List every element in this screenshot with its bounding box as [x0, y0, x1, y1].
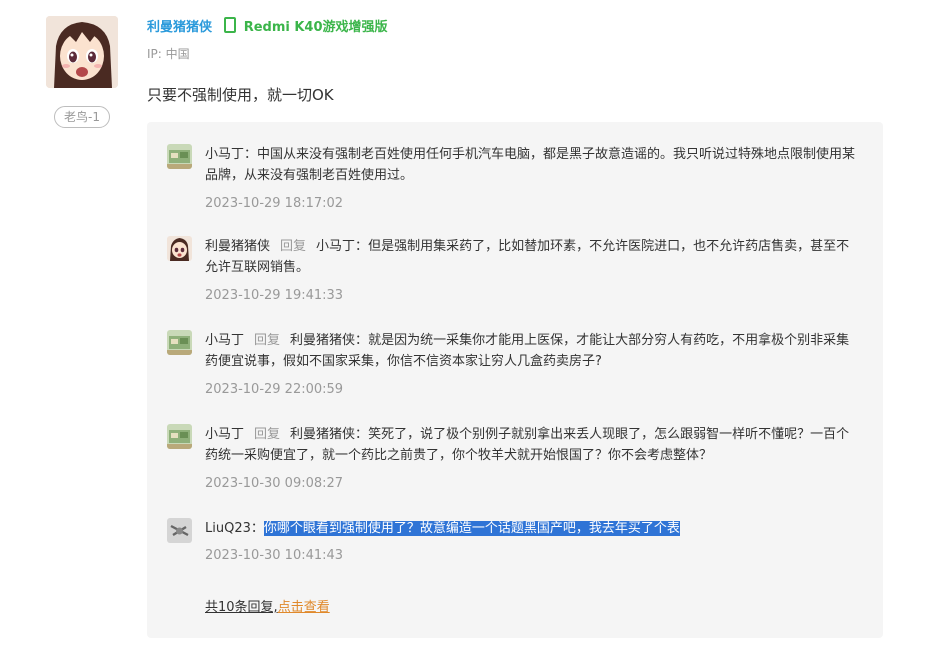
reply-separator: ： [355, 333, 369, 348]
user-level-badge: 老鸟-1 [54, 106, 110, 128]
reply-time: 2023-10-29 22:00:59 [205, 382, 344, 397]
reply-text: 小马丁：中国从来没有强制老百姓使用任何手机汽车电脑，都是黑子故意造谣的。我只听说… [205, 144, 859, 186]
reply-username[interactable]: 小马丁 [205, 147, 244, 162]
reply-avatar[interactable] [167, 424, 192, 449]
reply-avatar[interactable] [167, 144, 192, 169]
reply-text: 小马丁 回复 利曼猪猪侠：就是因为统一采集你才能用上医保，才能让大部分穷人有药吃，不… [205, 330, 859, 372]
author-avatar[interactable] [46, 16, 118, 88]
phone-icon [224, 17, 237, 33]
author-name[interactable]: 利曼猪猪侠 [147, 20, 212, 35]
reply-text: 小马丁 回复 利曼猪猪侠：笑死了，说了极个别例子就别拿出来丢人现眼了，怎么跟弱智一样… [205, 424, 859, 466]
reply-username[interactable]: LiuQ23 [205, 521, 251, 536]
post-content: 只要不强制使用，就一切OK [147, 86, 334, 104]
reply-separator: ： [355, 239, 369, 254]
more-replies: 共10条回复,点击查看 [205, 596, 330, 615]
view-more-link[interactable]: 点击查看 [278, 600, 330, 615]
reply-time: 2023-10-29 18:17:02 [205, 196, 344, 211]
reply-time: 2023-10-30 10:41:43 [205, 548, 344, 563]
reply-avatar[interactable] [167, 518, 192, 543]
reply-text: 利曼猪猪侠 回复 小马丁：但是强制用集采药了，比如替加环素，不允许医院进口，也不允许… [205, 236, 859, 278]
reply-target[interactable]: 利曼猪猪侠 [290, 427, 355, 442]
reply-word: 回复 [254, 333, 281, 348]
reply-text: LiuQ23：你哪个眼看到强制使用了？故意编造一个话题黑国产吧，我去年买了个表 [205, 518, 859, 539]
reply-time: 2023-10-29 19:41:33 [205, 288, 344, 303]
reply-count: 共10条回复, [205, 600, 278, 615]
device-name: Redmi K40游戏增强版 [243, 20, 388, 35]
ip-location: IP: 中国 [147, 47, 190, 61]
reply-list: 小马丁：中国从来没有强制老百姓使用任何手机汽车电脑，都是黑子故意造谣的。我只听说… [147, 122, 883, 638]
reply-body-selected: 你哪个眼看到强制使用了？故意编造一个话题黑国产吧，我去年买了个表 [263, 521, 680, 536]
reply-target[interactable]: 小马丁 [316, 239, 355, 254]
reply-username[interactable]: 利曼猪猪侠 [205, 239, 270, 254]
reply-separator: ： [244, 147, 258, 162]
reply-username[interactable]: 小马丁 [205, 427, 244, 442]
reply-word: 回复 [254, 427, 281, 442]
reply-word: 回复 [280, 239, 307, 254]
reply-username[interactable]: 小马丁 [205, 333, 244, 348]
reply-body: 中国从来没有强制老百姓使用任何手机汽车电脑，都是黑子故意造谣的。我只听说过特殊地… [205, 147, 856, 183]
reply-avatar[interactable] [167, 236, 192, 261]
reply-separator: ： [250, 521, 264, 536]
reply-avatar[interactable] [167, 330, 192, 355]
reply-target[interactable]: 利曼猪猪侠 [290, 333, 355, 348]
reply-time: 2023-10-30 09:08:27 [205, 476, 344, 491]
reply-separator: ： [355, 427, 369, 442]
post-header: 利曼猪猪侠 Redmi K40游戏增强版 [147, 16, 388, 35]
device-label: Redmi K40游戏增强版 [224, 17, 388, 35]
